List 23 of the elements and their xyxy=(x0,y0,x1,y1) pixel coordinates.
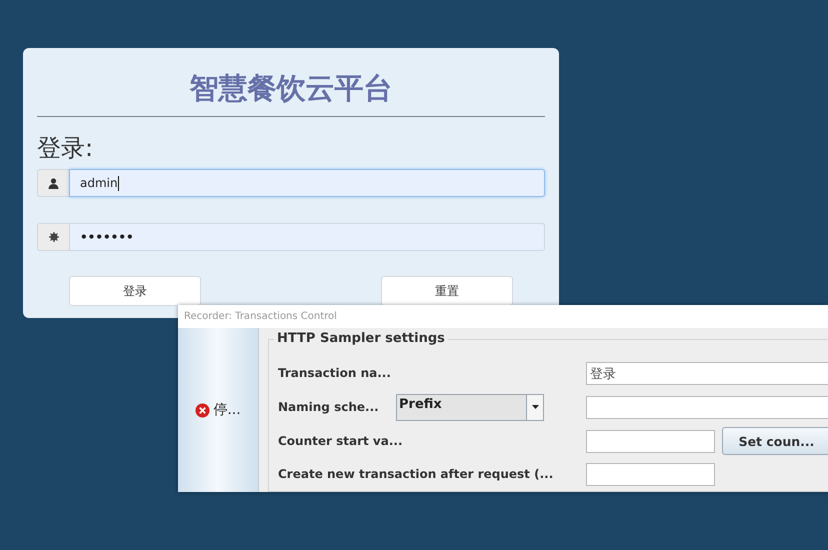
field-label: Transaction na... xyxy=(278,365,392,381)
set-counter-button[interactable]: Set coun... xyxy=(722,427,828,455)
group-title: HTTP Sampler settings xyxy=(274,331,448,346)
dropdown-arrow-icon xyxy=(532,405,538,409)
login-heading: 登录: xyxy=(37,133,94,163)
login-button[interactable]: 登录 xyxy=(69,276,201,306)
reset-button[interactable]: 重置 xyxy=(381,276,513,306)
field-label: Naming sche... xyxy=(278,399,380,415)
text-field[interactable] xyxy=(586,462,715,486)
field-label: Counter start va... xyxy=(278,433,403,449)
dialog-title: Recorder: Transactions Control xyxy=(178,305,828,328)
text-field[interactable] xyxy=(586,396,828,418)
text-field[interactable]: 登录 xyxy=(586,362,828,384)
asterisk-icon xyxy=(48,232,58,242)
password-field[interactable]: ••••••• xyxy=(69,223,545,251)
user-icon xyxy=(48,178,59,188)
stop-icon xyxy=(195,402,210,418)
stop-button[interactable]: 停... xyxy=(178,328,258,492)
text-field[interactable] xyxy=(586,430,715,452)
username-field[interactable]: admin xyxy=(69,169,545,197)
field-label: Create new transaction after request (... xyxy=(278,466,554,482)
app-title: 智慧餐饮云平台 xyxy=(188,70,394,107)
naming-scheme-dropdown[interactable]: Prefix xyxy=(396,394,544,420)
